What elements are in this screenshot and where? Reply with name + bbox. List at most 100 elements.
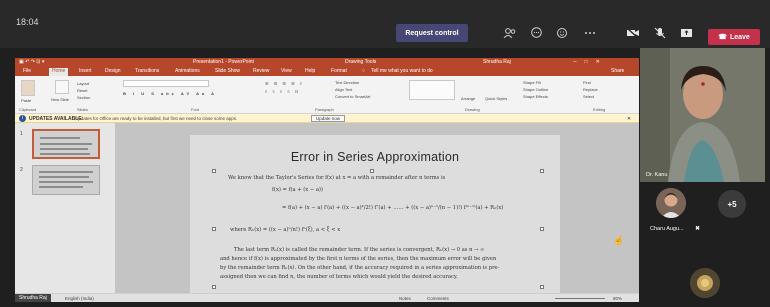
align-text-button[interactable]: Align Text bbox=[335, 87, 352, 92]
slide-text-line: where Rₙ(x) = ((x − a)ⁿ/n!) fⁿ(ξ), a < ξ… bbox=[230, 227, 341, 233]
slide-text-line: The last term Rₙ(x) is called the remain… bbox=[234, 247, 485, 253]
paste-icon[interactable] bbox=[21, 80, 35, 96]
resize-handle[interactable] bbox=[370, 169, 374, 173]
teams-meeting-window: 18:04 Request control ☎ Leave ▣ ↶ ↷ ⊡ ▾ … bbox=[0, 0, 770, 307]
tab-transitions[interactable]: Transitions bbox=[135, 68, 159, 75]
slide-thumbnail[interactable] bbox=[32, 165, 100, 195]
tab-insert[interactable]: Insert bbox=[79, 68, 92, 75]
participant-avatar[interactable] bbox=[690, 268, 720, 298]
close-icon[interactable]: ✕ bbox=[627, 116, 631, 122]
font-name-select[interactable] bbox=[123, 80, 209, 87]
thumb-number: 1 bbox=[20, 131, 23, 137]
reset-button[interactable]: Reset bbox=[77, 88, 87, 93]
share-button[interactable]: Share bbox=[611, 68, 624, 75]
alignment-buttons[interactable]: ≡ ≡ ≡ ≡ ☷ bbox=[265, 89, 300, 94]
font-format-buttons[interactable]: B I U S abc AV Aa A bbox=[123, 91, 217, 96]
request-control-button[interactable]: Request control bbox=[396, 24, 468, 42]
shape-outline-button[interactable]: Shape Outline bbox=[523, 87, 548, 92]
shapes-gallery[interactable] bbox=[409, 80, 455, 100]
section-button[interactable]: Section bbox=[77, 95, 90, 100]
tab-animations[interactable]: Animations bbox=[175, 68, 200, 75]
resize-handle[interactable] bbox=[540, 169, 544, 173]
participant-video-feed bbox=[640, 48, 765, 182]
ppt-title-bar: ▣ ↶ ↷ ⊡ ▾ Presentation1 - PowerPoint Dra… bbox=[15, 58, 639, 67]
thumb-number: 2 bbox=[20, 167, 23, 173]
slide-text-line: by the remainder term Rₙ(x). On the othe… bbox=[220, 265, 500, 271]
quick-styles-button[interactable]: Quick Styles bbox=[485, 96, 507, 101]
tab-help[interactable]: Help bbox=[305, 68, 315, 75]
shape-fill-button[interactable]: Shape Fill bbox=[523, 80, 541, 85]
zoom-level[interactable]: 80% bbox=[613, 296, 622, 301]
group-slides: Slides bbox=[77, 107, 88, 112]
resize-handle[interactable] bbox=[212, 285, 216, 289]
replace-button[interactable]: Replace bbox=[583, 87, 598, 92]
slide-title[interactable]: Error in Series Approximation bbox=[190, 150, 560, 164]
people-icon[interactable] bbox=[503, 27, 517, 42]
meeting-toolbar: 18:04 Request control ☎ Leave bbox=[0, 0, 770, 48]
info-icon: i bbox=[19, 115, 26, 122]
layout-button[interactable]: Layout bbox=[77, 81, 89, 86]
resize-handle[interactable] bbox=[212, 169, 216, 173]
resize-handle[interactable] bbox=[540, 285, 544, 289]
chat-icon[interactable] bbox=[530, 27, 543, 42]
mic-off-icon: ✖ bbox=[695, 226, 701, 232]
phone-hangup-icon: ☎ bbox=[718, 34, 727, 41]
group-drawing: Drawing bbox=[465, 107, 480, 112]
slide-thumbnail-pane: 1 2 bbox=[15, 123, 115, 293]
window-controls[interactable]: ─□✕ bbox=[573, 59, 608, 65]
tab-review[interactable]: Review bbox=[253, 68, 269, 75]
slide-editing-area: Error in Series Approximation We know th… bbox=[115, 123, 639, 293]
notes-button[interactable]: Notes bbox=[399, 296, 411, 301]
find-button[interactable]: Find bbox=[583, 80, 591, 85]
zoom-slider[interactable] bbox=[555, 298, 605, 299]
resize-handle[interactable] bbox=[212, 227, 216, 231]
meeting-timer: 18:04 bbox=[16, 17, 39, 27]
ribbon-tabs: File Home Insert Design Transitions Anim… bbox=[15, 67, 639, 76]
comments-button[interactable]: Comments bbox=[427, 296, 449, 301]
tab-file[interactable]: File bbox=[23, 68, 31, 75]
text-direction-button[interactable]: Text Direction bbox=[335, 80, 359, 85]
shared-screen-powerpoint: ▣ ↶ ↷ ⊡ ▾ Presentation1 - PowerPoint Dra… bbox=[15, 58, 639, 302]
drawing-tools-label: Drawing Tools bbox=[345, 59, 377, 65]
participant-avatar[interactable] bbox=[656, 188, 686, 218]
leave-button[interactable]: ☎ Leave bbox=[708, 29, 760, 45]
paragraph-buttons[interactable]: ☰ ☰ ☰ ☰ ≡ bbox=[265, 81, 304, 86]
ppt-window-title: Presentation1 - PowerPoint bbox=[193, 59, 254, 65]
ribbon-home: Paste New Slide Layout Reset Section B I… bbox=[15, 76, 639, 114]
language-indicator: English (India) bbox=[65, 296, 94, 301]
tab-format[interactable]: Format bbox=[331, 68, 347, 75]
more-icon[interactable] bbox=[584, 27, 596, 42]
resize-handle[interactable] bbox=[540, 227, 544, 231]
tab-design[interactable]: Design bbox=[105, 68, 121, 75]
updates-message: Updates for Office are ready to be insta… bbox=[75, 116, 238, 121]
update-now-button[interactable]: Update now bbox=[311, 115, 345, 122]
group-editing: Editing bbox=[593, 107, 606, 112]
group-paragraph: Paragraph bbox=[315, 107, 334, 112]
updates-available-bar: i UPDATES AVAILABLE Updates for Office a… bbox=[15, 114, 639, 123]
slide-text-line: = f(a) + (x − a) f′(a) + ((x − a)²/2!) f… bbox=[282, 205, 504, 211]
mic-off-icon[interactable] bbox=[654, 27, 666, 42]
new-slide-label[interactable]: New Slide bbox=[51, 97, 73, 102]
tab-view[interactable]: View bbox=[281, 68, 292, 75]
new-slide-icon[interactable] bbox=[55, 80, 69, 94]
ppt-user-name: Shrudha Raj bbox=[483, 59, 511, 65]
slide-thumbnail[interactable] bbox=[32, 129, 100, 159]
convert-smartart-button[interactable]: Convert to SmartArt bbox=[335, 94, 370, 99]
select-button[interactable]: Select bbox=[583, 94, 594, 99]
tell-me-search[interactable]: Tell me what you want to do bbox=[371, 68, 433, 75]
tab-home[interactable]: Home bbox=[49, 68, 69, 76]
participant-video-main[interactable]: Dr. Kanu bbox=[640, 48, 765, 182]
shape-effects-button[interactable]: Shape Effects bbox=[523, 94, 548, 99]
group-font: Font bbox=[191, 107, 200, 112]
group-clipboard: Clipboard bbox=[19, 107, 37, 112]
tab-slide-show[interactable]: Slide Show bbox=[215, 68, 240, 75]
share-icon[interactable] bbox=[680, 27, 693, 42]
more-participants-button[interactable]: +5 bbox=[718, 190, 746, 218]
camera-off-icon[interactable] bbox=[626, 27, 640, 42]
reactions-icon[interactable] bbox=[556, 27, 570, 42]
current-slide[interactable]: Error in Series Approximation We know th… bbox=[190, 135, 560, 293]
paste-label[interactable]: Paste bbox=[21, 98, 31, 103]
updates-title: UPDATES AVAILABLE bbox=[29, 116, 82, 122]
arrange-button[interactable]: Arrange bbox=[461, 96, 475, 101]
slide-text-line: f(x) = f(a + (x − a)) bbox=[272, 187, 323, 193]
